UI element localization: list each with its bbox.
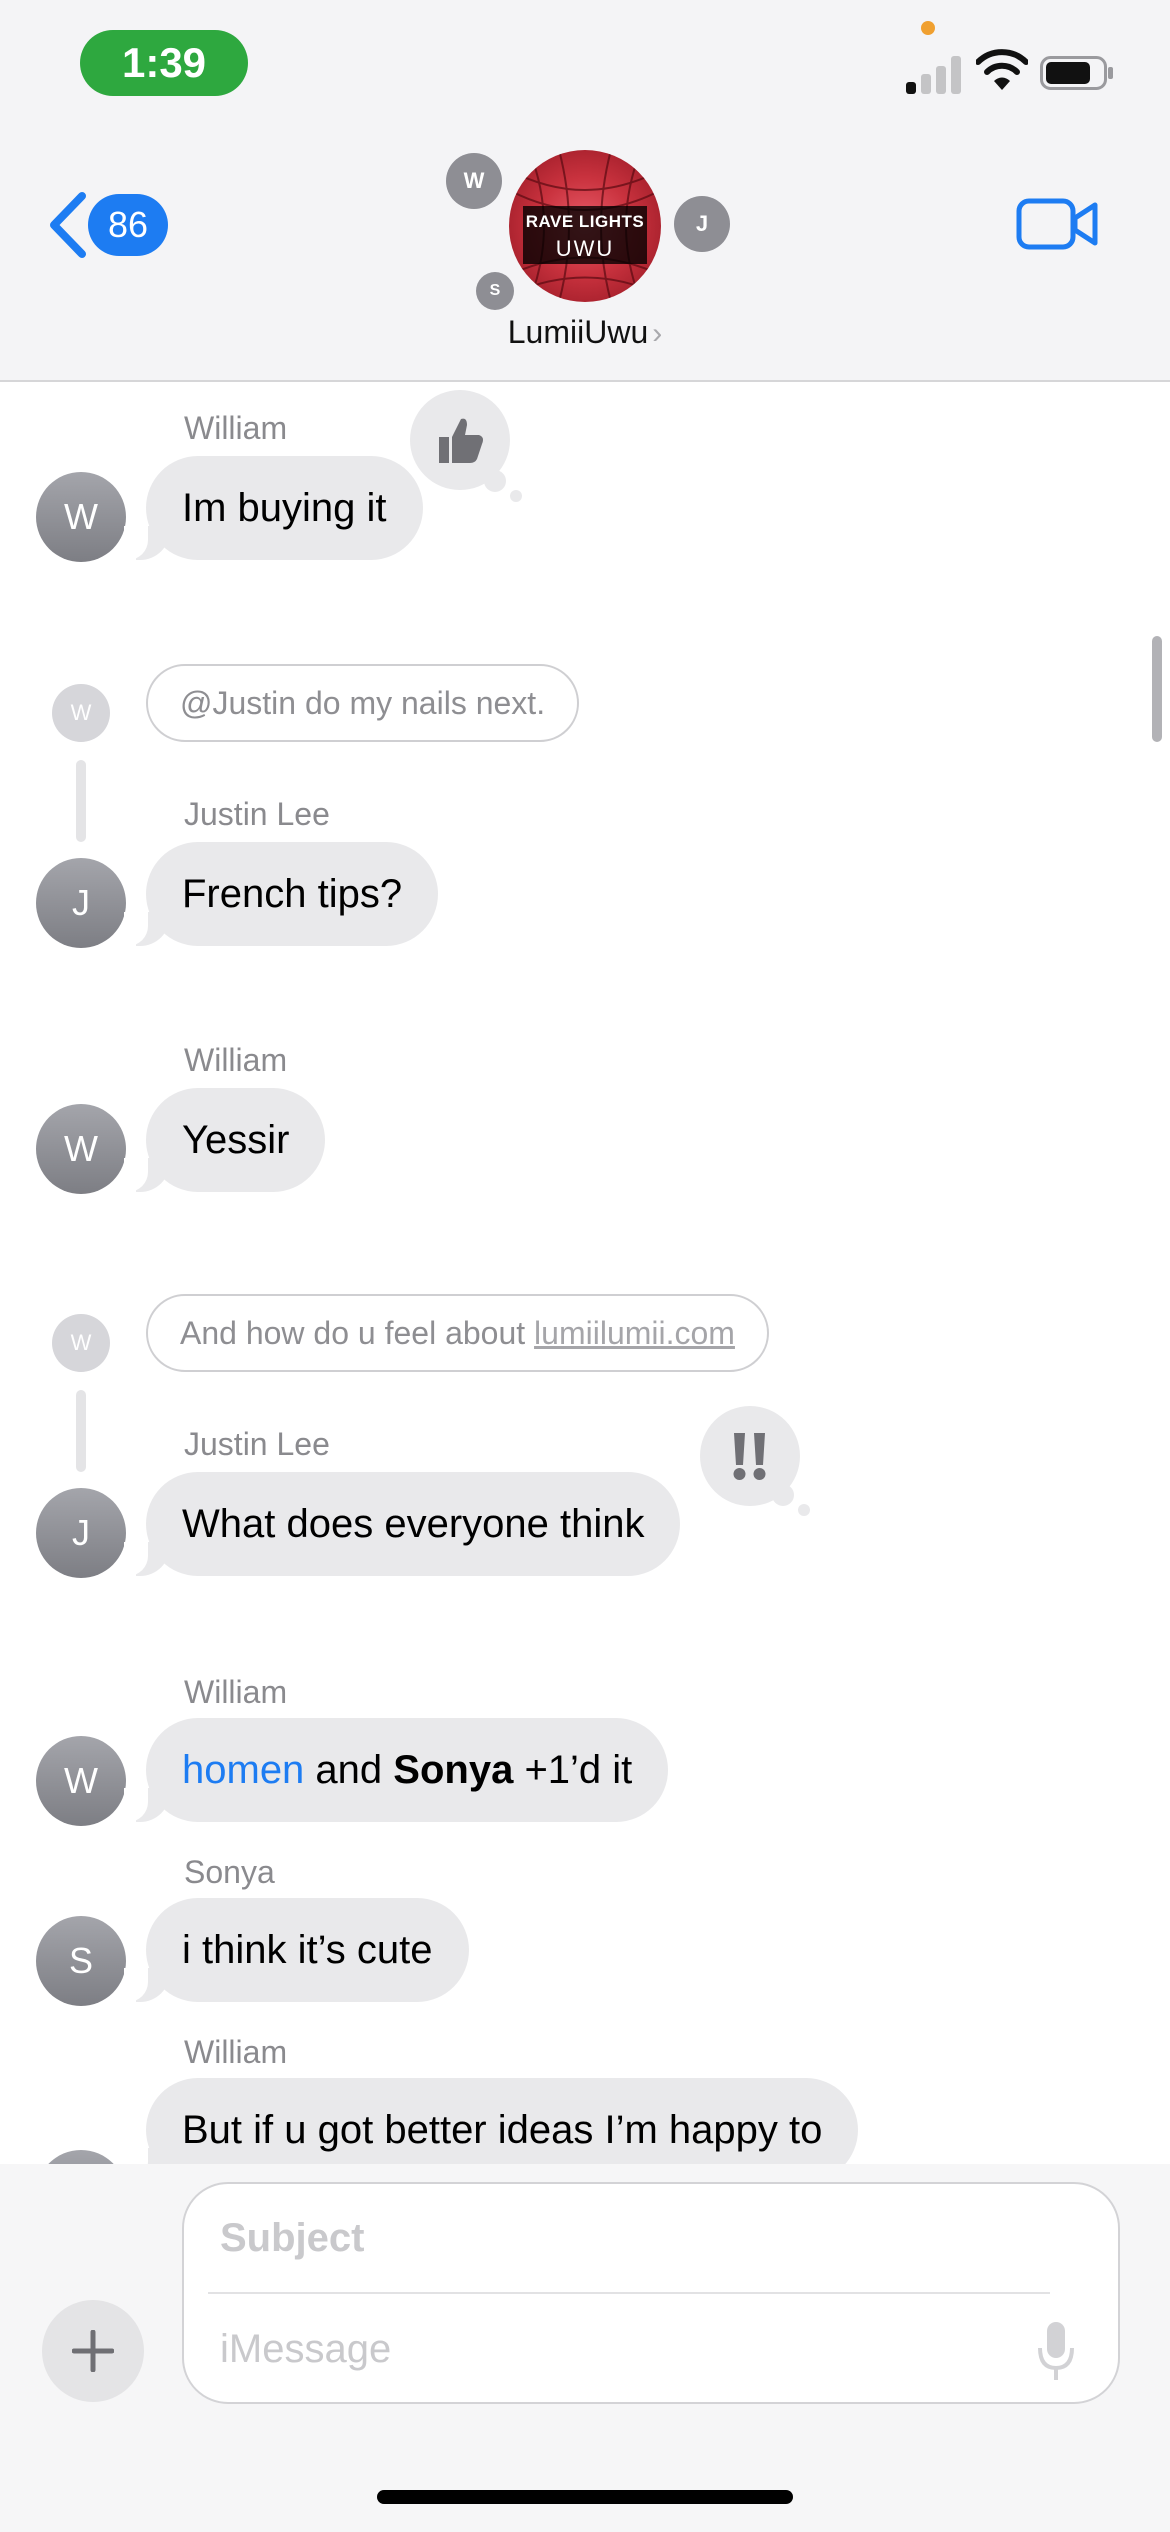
reply-thread-line (76, 1390, 86, 1472)
exclamation-icon (733, 1433, 766, 1480)
message-text: and (304, 1747, 394, 1792)
sender-name: William (184, 1674, 288, 1710)
mention-link[interactable]: homen (182, 1748, 304, 1793)
chevron-left-icon (50, 192, 86, 258)
tapback-tail (798, 1504, 810, 1516)
participant-avatar-w[interactable]: W (446, 153, 502, 209)
group-photo[interactable]: RAVE LIGHTS UWU (509, 150, 661, 302)
message-bubble[interactable]: Yessir (123, 1088, 326, 1192)
reply-quote-text: And how do u feel about (180, 1314, 535, 1351)
group-photo-title: RAVE LIGHTS (525, 212, 645, 231)
sender-name: William (184, 410, 288, 446)
tapback-tail (510, 490, 522, 502)
reply-avatar: W (52, 684, 110, 742)
message-bubble[interactable]: French tips? (123, 842, 439, 946)
chevron-right-icon: › (652, 317, 663, 350)
message-bubble[interactable]: Im buying it (124, 456, 423, 560)
reply-avatar: W (52, 1314, 110, 1372)
microphone-icon[interactable] (1036, 2320, 1076, 2382)
message-bubble[interactable]: homen and Sonya +1’d it (123, 1718, 669, 1822)
avatar[interactable]: J (36, 858, 126, 948)
sender-name: William (184, 2034, 288, 2070)
tapback-tail (484, 470, 506, 492)
participant-avatar-s[interactable]: S (476, 272, 514, 310)
back-button[interactable]: 86 (46, 190, 168, 260)
message-bubble[interactable]: i think it’s cute (124, 1898, 469, 2002)
participant-avatar-j[interactable]: J (674, 196, 730, 252)
message-bubble[interactable]: What does everyone think (123, 1472, 681, 1576)
sender-name: Justin Lee (184, 796, 330, 832)
battery-icon (1040, 56, 1113, 90)
group-photo-subtitle: UWU (555, 236, 615, 261)
subject-field[interactable] (220, 2202, 1040, 2274)
sender-name: Sonya (184, 1854, 275, 1890)
cellular-signal-icon (906, 52, 962, 94)
reply-quote-bubble[interactable]: @Justin do my nails next. (146, 664, 580, 742)
group-name: LumiiUwu (507, 314, 649, 350)
home-indicator[interactable] (377, 2490, 793, 2504)
reply-quote-text: @Justin do my nails next. (180, 684, 546, 721)
wifi-icon (976, 49, 1028, 90)
message-input-box (182, 2182, 1120, 2404)
conversation-header: 1:39 86 W RAVE LIGHTS UWU J S LumiiUwu › (0, 0, 1170, 382)
avatar[interactable]: W (36, 472, 126, 562)
plus-icon (72, 2330, 114, 2372)
mention-name: Sonya (393, 1747, 514, 1792)
group-name-button[interactable]: LumiiUwu › (0, 314, 1170, 351)
reply-quote-bubble[interactable]: And how do u feel about lumiilumii.com (146, 1294, 769, 1372)
avatar[interactable]: W (36, 1736, 126, 1826)
unread-count-badge: 86 (88, 194, 168, 256)
privacy-indicator (921, 21, 935, 35)
thumbs-up-icon (439, 418, 483, 463)
message-text: +1’d it (513, 1747, 633, 1792)
reply-thread-line (76, 760, 86, 842)
reply-link[interactable]: lumiilumii.com (534, 1315, 735, 1352)
scroll-indicator[interactable] (1152, 636, 1162, 742)
facetime-video-icon[interactable] (1016, 196, 1098, 252)
status-time: 1:39 (80, 30, 248, 96)
sender-name: William (184, 1042, 288, 1078)
avatar[interactable]: S (36, 1916, 126, 2006)
input-divider (208, 2292, 1050, 2294)
imessage-field[interactable] (220, 2312, 980, 2386)
tapback-tail (772, 1484, 794, 1506)
avatar[interactable]: J (36, 1488, 126, 1578)
add-attachment-button[interactable] (42, 2300, 144, 2402)
avatar[interactable]: W (36, 1104, 126, 1194)
sender-name: Justin Lee (184, 1426, 330, 1462)
